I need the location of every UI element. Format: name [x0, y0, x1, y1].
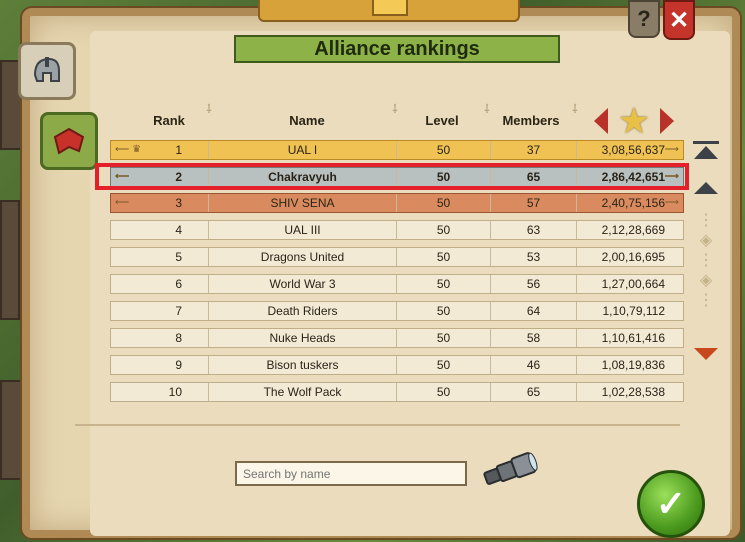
cell-members: 64 — [491, 302, 577, 320]
cell-score: 1,10,61,416 — [601, 331, 665, 345]
cell-level: 50 — [397, 141, 491, 159]
help-button[interactable]: ? — [628, 0, 660, 38]
helmet-icon — [33, 57, 60, 82]
cell-score: 1,02,28,538 — [601, 385, 665, 399]
cell-rank: 5 — [111, 248, 209, 266]
panel-crest — [258, 0, 520, 22]
header-separator: ⸸ — [484, 102, 490, 116]
confirm-button[interactable]: ✓ — [637, 470, 705, 538]
cell-rank: 3 — [111, 194, 209, 212]
cell-rank: 7 — [111, 302, 209, 320]
flag-icon — [53, 127, 85, 155]
sort-prev-arrow[interactable] — [594, 108, 608, 134]
cell-score: 2,12,28,669 — [601, 223, 665, 237]
cell-level: 50 — [397, 221, 491, 239]
cell-rank: 9 — [111, 356, 209, 374]
background-building — [0, 200, 20, 320]
cell-score: 1,27,00,664 — [601, 277, 665, 291]
search-input[interactable] — [235, 461, 467, 486]
background-building — [0, 380, 24, 480]
column-header-level: Level — [425, 113, 459, 128]
cell-level: 50 — [397, 194, 491, 212]
column-header-name: Name — [289, 113, 325, 128]
close-button[interactable]: ✕ — [663, 0, 695, 40]
column-header-members: Members — [502, 113, 560, 128]
cell-members: 56 — [491, 275, 577, 293]
header-separator: ⸸ — [206, 102, 212, 116]
row-arrow-icon: ⟶ — [664, 144, 679, 155]
scroll-to-top-button[interactable] — [691, 141, 721, 163]
cell-level: 50 — [397, 275, 491, 293]
cell-name: Dragons United — [209, 248, 397, 266]
cell-name: SHIV SENA — [209, 194, 397, 212]
cell-rank: 4 — [111, 221, 209, 239]
cell-name: Bison tuskers — [209, 356, 397, 374]
rankings-panel — [22, 8, 740, 538]
cell-score: 2,00,16,695 — [601, 250, 665, 264]
cell-level: 50 — [397, 329, 491, 347]
cell-level: 50 — [397, 302, 491, 320]
table-row[interactable]: 4 UAL III 50 63 2,12,28,669 — [110, 220, 684, 240]
table-row[interactable]: 8 Nuke Heads 50 58 1,10,61,416 — [110, 328, 684, 348]
cell-level: 50 — [397, 356, 491, 374]
star-icon[interactable]: ★ — [614, 101, 654, 141]
cell-name: Nuke Heads — [209, 329, 397, 347]
checkmark-icon: ✓ — [655, 483, 687, 524]
table-row[interactable]: 9 Bison tuskers 50 46 1,08,19,836 — [110, 355, 684, 375]
divider — [75, 424, 680, 426]
cell-members: 65 — [491, 383, 577, 401]
cell-level: 50 — [397, 383, 491, 401]
cell-name: UAL III — [209, 221, 397, 239]
cell-score: 1,08,19,836 — [601, 358, 665, 372]
table-row[interactable]: 5 Dragons United 50 53 2,00,16,695 — [110, 247, 684, 267]
scrollbar-track[interactable]: ⋮ ◈ ⋮ ◈ ⋮ — [696, 210, 716, 340]
cell-level: 50 — [397, 248, 491, 266]
cell-name: UAL I — [209, 141, 397, 159]
cell-members: 63 — [491, 221, 577, 239]
cell-rank: 6 — [111, 275, 209, 293]
cell-rank: 10 — [111, 383, 209, 401]
crown-icon — [372, 0, 408, 16]
sort-next-arrow[interactable] — [660, 108, 674, 134]
table-row[interactable]: 10 The Wolf Pack 50 65 1,02,28,538 — [110, 382, 684, 402]
column-header-rank: Rank — [153, 113, 185, 128]
cell-rank: 1 — [111, 141, 209, 159]
scroll-down-button[interactable] — [694, 348, 718, 360]
cell-name: Death Riders — [209, 302, 397, 320]
scroll-up-button[interactable] — [694, 182, 718, 194]
own-alliance-highlight — [95, 163, 689, 190]
cell-name: The Wolf Pack — [209, 383, 397, 401]
table-row[interactable]: 6 World War 3 50 56 1,27,00,664 — [110, 274, 684, 294]
tab-alliance-rankings[interactable] — [40, 112, 98, 170]
header-separator: ⸸ — [572, 102, 578, 116]
spyglass-icon[interactable] — [480, 452, 540, 486]
table-row[interactable]: ⟵ ♛ 1 UAL I 50 37 3,08,56,637 ⟶ — [110, 140, 684, 160]
cell-members: 46 — [491, 356, 577, 374]
cell-members: 53 — [491, 248, 577, 266]
table-row[interactable]: ⟵ 3 SHIV SENA 50 57 2,40,75,156 ⟶ — [110, 193, 684, 213]
cell-score: 1,10,79,112 — [602, 304, 665, 318]
cell-members: 57 — [491, 194, 577, 212]
cell-rank: 8 — [111, 329, 209, 347]
cell-name: World War 3 — [209, 275, 397, 293]
header-separator: ⸸ — [392, 102, 398, 116]
page-title: Alliance rankings — [234, 35, 560, 63]
cell-members: 37 — [491, 141, 577, 159]
row-arrow-icon: ⟶ — [664, 197, 679, 208]
table-row[interactable]: 7 Death Riders 50 64 1,10,79,112 — [110, 301, 684, 321]
tab-player-rankings[interactable] — [18, 42, 76, 100]
cell-members: 58 — [491, 329, 577, 347]
